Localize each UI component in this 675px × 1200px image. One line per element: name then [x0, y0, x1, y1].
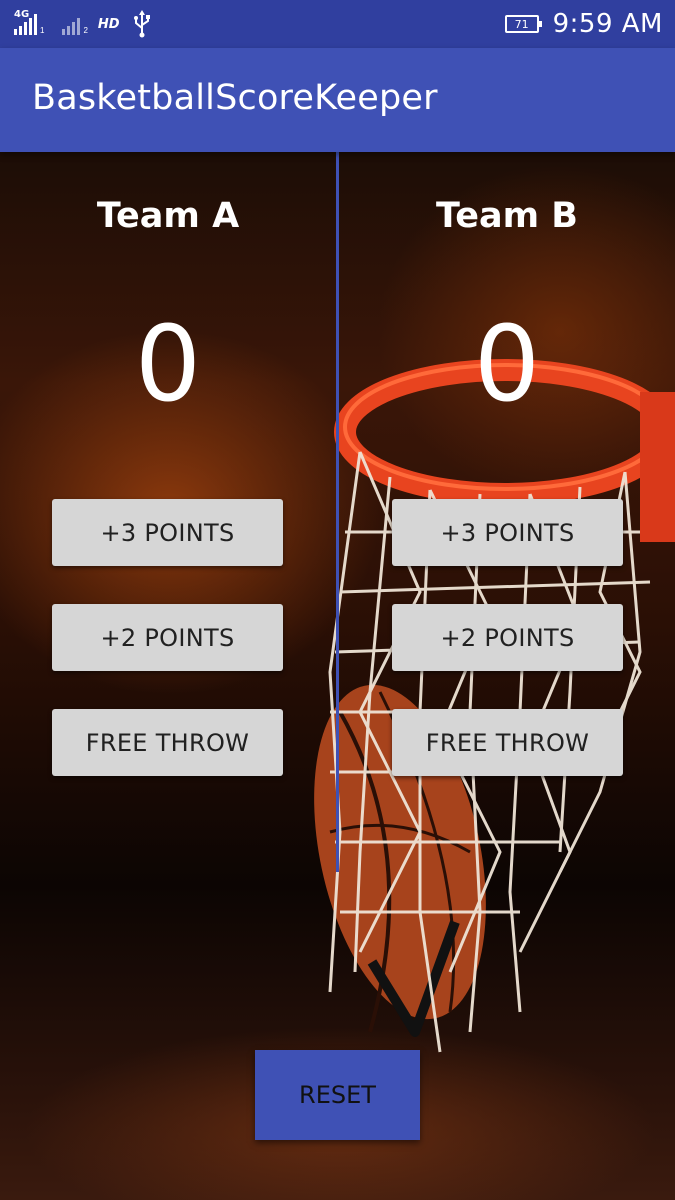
app-bar: BasketballScoreKeeper	[0, 48, 675, 152]
status-bar: 4G 1 2 HD 71 9:59 AM	[0, 0, 675, 48]
team-a-score: 0	[134, 303, 202, 425]
team-a-name: Team A	[96, 196, 240, 236]
battery-level: 71	[514, 17, 529, 31]
status-right-group: 71 9:59 AM	[504, 6, 663, 42]
network-type-label: 4G	[14, 9, 30, 20]
team-b-name: Team B	[436, 196, 578, 236]
usb-icon	[133, 10, 150, 38]
sim2-index: 2	[83, 26, 88, 35]
status-time: 9:59 AM	[552, 9, 663, 39]
status-left-group: 4G 1 2 HD	[14, 8, 154, 40]
sim1-signal-icon: 4G 1	[14, 9, 45, 35]
team-b-plus-three-button[interactable]: +3 POINTS	[392, 499, 623, 566]
battery-icon: 71	[504, 15, 542, 33]
content-area: Team A 0 +3 POINTS +2 POINTS FREE THROW …	[0, 152, 675, 1200]
team-b-score: 0	[473, 303, 541, 425]
team-a-plus-two-button[interactable]: +2 POINTS	[52, 604, 283, 671]
sim1-index: 1	[40, 26, 45, 35]
team-b-free-throw-button[interactable]: FREE THROW	[392, 709, 623, 776]
team-a-panel: Team A 0 +3 POINTS +2 POINTS FREE THROW	[0, 152, 336, 852]
sim2-signal-icon: 2	[62, 13, 88, 35]
team-b-plus-two-button[interactable]: +2 POINTS	[392, 604, 623, 671]
team-b-panel: Team B 0 +3 POINTS +2 POINTS FREE THROW	[339, 152, 675, 852]
hd-voice-label: HD	[97, 16, 120, 32]
screen: 4G 1 2 HD 71 9:59 AM BasketballScoreKeep…	[0, 0, 675, 1200]
team-a-plus-three-button[interactable]: +3 POINTS	[52, 499, 283, 566]
team-a-free-throw-button[interactable]: FREE THROW	[52, 709, 283, 776]
app-title: BasketballScoreKeeper	[32, 78, 438, 118]
reset-button[interactable]: RESET	[255, 1050, 420, 1140]
